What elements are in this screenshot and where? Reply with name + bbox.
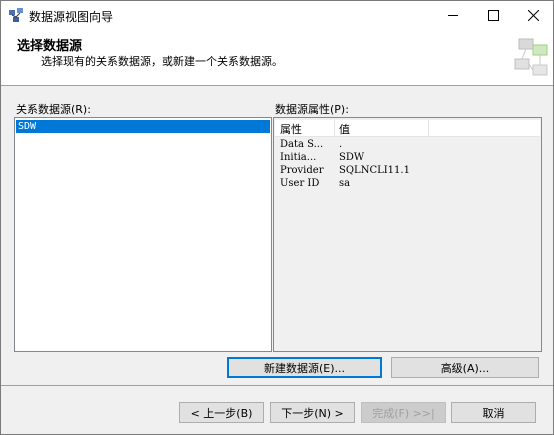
wizard-icon bbox=[9, 8, 23, 22]
properties-grid[interactable]: 属性 值 Data S... . Initia... SDW Provider … bbox=[273, 117, 542, 352]
window-title: 数据源视图向导 bbox=[29, 10, 114, 24]
new-datasource-button[interactable]: 新建数据源(E)... bbox=[227, 357, 382, 378]
property-row: User ID sa bbox=[275, 178, 540, 191]
close-icon bbox=[527, 9, 539, 21]
advanced-button[interactable]: 高级(A)... bbox=[391, 357, 539, 378]
relational-datasource-label: 关系数据源(R): bbox=[16, 103, 91, 116]
maximize-button[interactable] bbox=[473, 1, 513, 29]
property-row: Provider SQLNCLI11.1 bbox=[275, 165, 540, 178]
properties-header: 属性 值 bbox=[275, 120, 540, 137]
value-column-header[interactable]: 值 bbox=[339, 121, 350, 137]
cancel-button[interactable]: 取消 bbox=[451, 402, 536, 423]
property-value: sa bbox=[339, 178, 351, 189]
datasource-properties-label: 数据源属性(P): bbox=[275, 103, 349, 116]
maximize-icon bbox=[487, 9, 499, 21]
back-button[interactable]: < 上一步(B) bbox=[179, 402, 264, 423]
wizard-window: 数据源视图向导 选择数据源 选择现有的关系数据源，或新建一个关系数据源。 关系数… bbox=[0, 0, 554, 435]
property-column-header[interactable]: 属性 bbox=[280, 121, 302, 137]
datasource-graphic-icon bbox=[514, 38, 548, 76]
close-button[interactable] bbox=[513, 1, 553, 29]
footer-divider bbox=[1, 385, 553, 386]
title-bar: 数据源视图向导 bbox=[1, 1, 553, 29]
page-subtitle: 选择现有的关系数据源，或新建一个关系数据源。 bbox=[41, 55, 283, 68]
next-button[interactable]: 下一步(N) > bbox=[270, 402, 355, 423]
property-name: Initia... bbox=[280, 152, 317, 163]
property-value: SQLNCLI11.1 bbox=[339, 165, 410, 176]
property-row: Data S... . bbox=[275, 139, 540, 152]
property-value: . bbox=[339, 139, 343, 150]
column-divider[interactable] bbox=[428, 120, 429, 136]
property-name: User ID bbox=[280, 178, 320, 189]
property-name: Provider bbox=[280, 165, 324, 176]
minimize-button[interactable] bbox=[433, 1, 473, 29]
finish-button[interactable]: 完成(F) >>| bbox=[361, 402, 446, 423]
wizard-header: 选择数据源 选择现有的关系数据源，或新建一个关系数据源。 bbox=[1, 29, 553, 86]
list-item[interactable]: SDW bbox=[16, 120, 270, 133]
page-title: 选择数据源 bbox=[17, 39, 83, 54]
property-name: Data S... bbox=[280, 139, 324, 150]
minimize-icon bbox=[448, 14, 458, 16]
property-row: Initia... SDW bbox=[275, 152, 540, 165]
relational-datasource-list[interactable]: SDW bbox=[14, 117, 272, 352]
column-divider[interactable] bbox=[334, 120, 335, 136]
property-value: SDW bbox=[339, 152, 365, 163]
